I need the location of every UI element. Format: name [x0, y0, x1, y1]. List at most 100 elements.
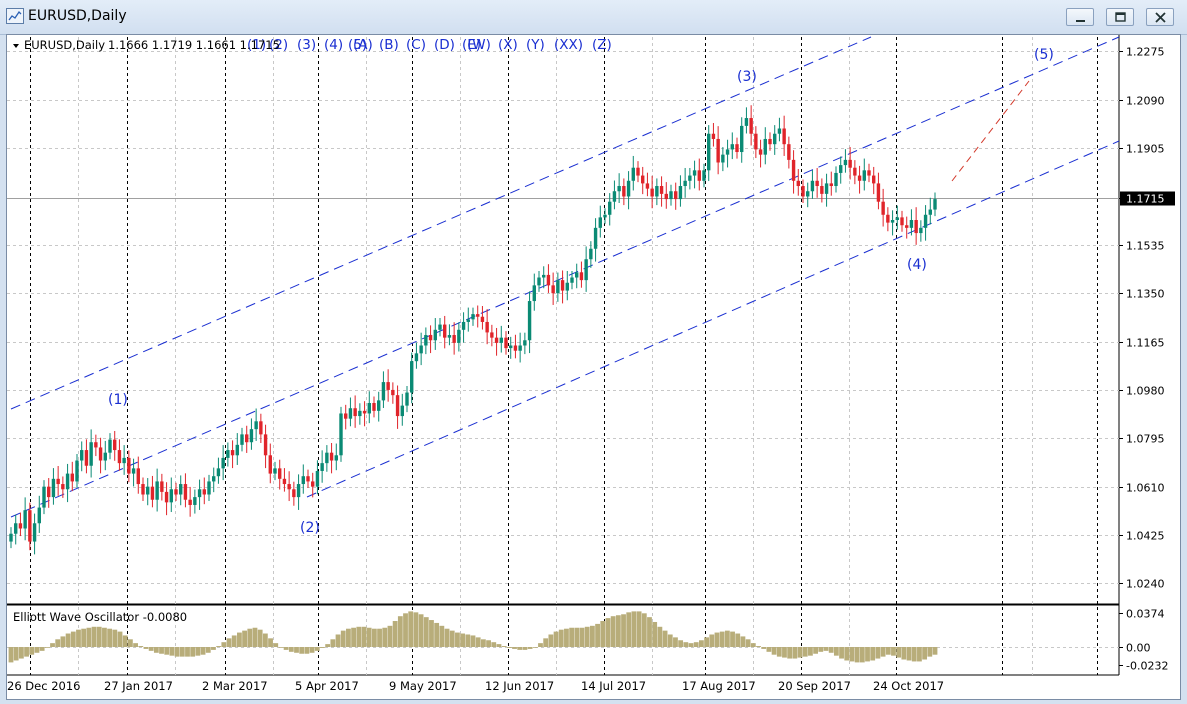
candle	[782, 115, 786, 156]
candle	[471, 307, 475, 326]
osc-bar	[346, 628, 351, 647]
candle	[881, 188, 885, 227]
osc-bar	[527, 647, 533, 649]
osc-bar	[70, 631, 76, 647]
candle	[565, 270, 569, 301]
osc-bar	[351, 627, 357, 647]
candle	[664, 182, 668, 209]
candle	[400, 393, 404, 426]
title-bar[interactable]: EURUSD,Daily	[0, 0, 1187, 35]
chart-area[interactable]: 1.2275 1.2090 1.1905 1.1535 1.1350 1.1165 1.09…	[6, 34, 1181, 700]
candle	[353, 395, 357, 428]
osc-bar	[699, 640, 704, 647]
x-tick-label: 24 Oct 2017	[873, 679, 944, 693]
osc-bar	[366, 627, 372, 647]
osc-bar	[439, 625, 445, 647]
candle	[532, 273, 536, 311]
candle	[230, 440, 235, 469]
candle	[518, 332, 522, 363]
osc-bar	[683, 642, 689, 647]
candle	[268, 443, 272, 484]
osc-bar	[823, 647, 829, 651]
candle	[325, 445, 329, 472]
osc-bar	[117, 631, 123, 647]
minimize-button[interactable]	[1066, 8, 1094, 26]
header-wave-label: (C)	[406, 37, 426, 53]
osc-bar	[506, 647, 512, 648]
candle	[263, 424, 268, 469]
osc-bar	[50, 643, 55, 647]
candle	[636, 161, 640, 183]
chart-window: EURUSD,Daily 1.2275 1.2090 1.1905 1.1535 1.1…	[0, 0, 1187, 704]
candle	[834, 166, 838, 193]
y-tick-label: 1.0240	[1126, 578, 1165, 591]
candle	[796, 169, 800, 196]
candle	[117, 439, 122, 471]
osc-bar	[148, 647, 154, 651]
candle	[678, 175, 683, 207]
osc-bar	[112, 629, 118, 647]
osc-bar	[320, 647, 325, 648]
osc-bar	[138, 646, 144, 647]
candle	[80, 441, 84, 472]
dropdown-triangle-icon[interactable]	[13, 44, 19, 48]
wave-label: (4)	[907, 257, 927, 273]
candle	[146, 478, 150, 506]
osc-bar	[496, 644, 502, 647]
candle	[919, 220, 923, 242]
header-wave-label: (A)	[353, 37, 373, 53]
osc-bar	[205, 647, 211, 653]
candle	[787, 136, 791, 169]
candle	[914, 207, 918, 245]
y-tick-label: 1.1905	[1126, 143, 1165, 156]
osc-bar	[480, 639, 486, 647]
candle	[386, 369, 390, 402]
osc-bar	[771, 647, 777, 655]
candle	[452, 322, 456, 355]
osc-bar	[460, 633, 466, 647]
candle	[70, 461, 74, 492]
candle	[282, 468, 287, 492]
osc-bar	[491, 642, 497, 647]
restore-button[interactable]	[1106, 8, 1134, 26]
osc-bar	[875, 647, 881, 659]
osc-bar	[169, 647, 175, 656]
osc-bar	[891, 647, 896, 656]
osc-bar	[371, 628, 377, 647]
osc-bar	[704, 637, 709, 647]
candle	[560, 270, 565, 304]
osc-bar	[600, 621, 606, 647]
wave-label: (5)	[1034, 47, 1054, 63]
osc-bar	[304, 647, 310, 654]
candle	[334, 443, 338, 471]
osc-bar	[455, 632, 460, 647]
candle	[735, 137, 739, 159]
osc-bar	[808, 647, 813, 656]
candle	[287, 471, 291, 502]
candle	[344, 404, 348, 430]
candle	[485, 309, 489, 345]
header-wave-label: (Z)	[592, 37, 612, 53]
candle	[584, 246, 588, 292]
candle	[197, 479, 202, 510]
candle	[829, 171, 833, 196]
osc-bar	[18, 647, 24, 659]
candle	[542, 266, 546, 289]
osc-bar	[756, 646, 761, 647]
candle	[622, 178, 626, 206]
candle	[758, 139, 763, 168]
osc-bar	[34, 647, 40, 653]
osc-bar	[65, 633, 71, 647]
candle	[395, 385, 400, 429]
candle	[414, 342, 419, 369]
osc-bar	[813, 647, 819, 654]
y-tick-label: 1.2090	[1126, 95, 1165, 108]
price-chart[interactable]: 1.2275 1.2090 1.1905 1.1535 1.1350 1.1165 1.09…	[7, 35, 1180, 699]
candle	[777, 117, 782, 142]
osc-bar	[475, 637, 481, 647]
osc-bar	[294, 647, 299, 653]
osc-bar	[641, 613, 647, 647]
osc-tick-label: 0.00	[1126, 642, 1151, 655]
close-button[interactable]	[1146, 8, 1174, 26]
osc-bar	[423, 617, 429, 647]
